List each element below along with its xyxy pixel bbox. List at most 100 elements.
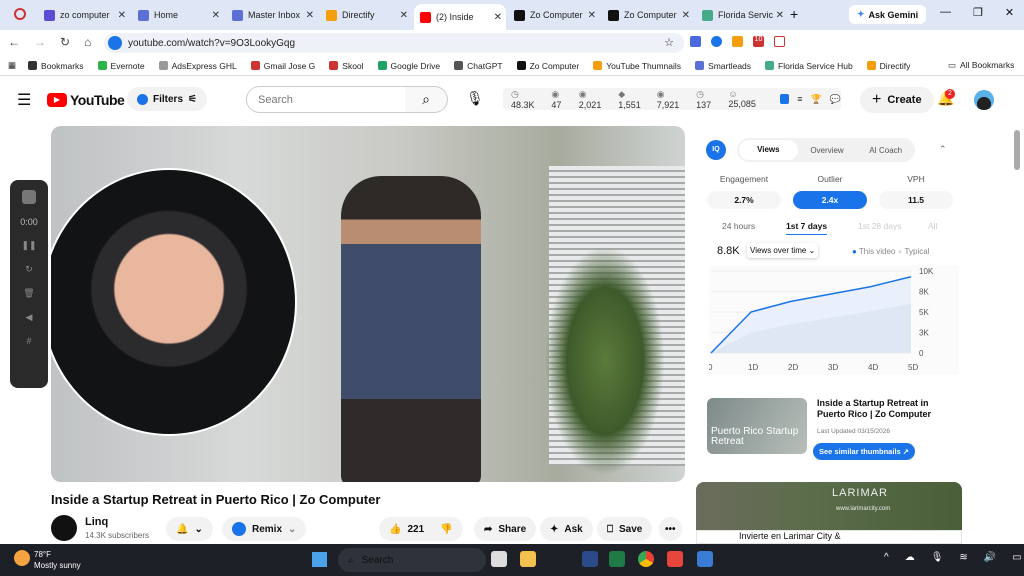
extension-icon[interactable] xyxy=(774,36,785,47)
close-window-button[interactable]: ✕ xyxy=(1005,6,1014,19)
close-tab-icon[interactable]: ✕ xyxy=(400,10,408,21)
home-icon[interactable]: ⌂ xyxy=(84,35,91,49)
bookmark-item[interactable]: ChatGPT xyxy=(454,61,503,71)
bookmark-item[interactable]: Gmail Jose G xyxy=(250,61,315,71)
tray-chevron-icon[interactable]: ^ xyxy=(884,552,889,563)
extension-badge[interactable]: 10 xyxy=(753,36,764,47)
browser-tab[interactable]: Master Inbox ✕ xyxy=(226,4,318,26)
tab-overview[interactable]: Overview xyxy=(798,146,857,155)
battery-icon[interactable]: ▭ xyxy=(1012,552,1021,563)
thumbs-down-icon[interactable]: 👎 xyxy=(440,524,452,535)
period-28d[interactable]: 1st 28 days xyxy=(858,221,901,231)
bookmark-item[interactable]: Florida Service Hub xyxy=(765,61,853,71)
trophy-icon[interactable]: 🏆 xyxy=(811,94,822,105)
url-input[interactable]: youtube.com/watch?v=9O3LookyGqg ☆ xyxy=(104,33,684,53)
volume-icon[interactable]: 🔊 xyxy=(984,552,996,563)
bookmark-item[interactable]: Skool xyxy=(329,61,364,71)
menu-icon[interactable]: ☰ xyxy=(17,90,31,110)
list-icon[interactable]: ≡ xyxy=(797,94,802,104)
bookmark-item[interactable]: AdsExpress GHL xyxy=(158,61,237,71)
extension-icon[interactable] xyxy=(711,36,722,47)
file-explorer-icon[interactable] xyxy=(520,551,536,567)
cloud-icon[interactable]: ☁ xyxy=(905,552,915,563)
pause-icon[interactable]: ❚❚ xyxy=(21,240,36,251)
minimize-button[interactable]: — xyxy=(940,6,951,19)
sound-icon[interactable]: ◀ xyxy=(26,312,33,323)
bookmark-item[interactable]: Smartleads xyxy=(695,61,751,71)
browser-tab[interactable]: Zo Computer ✕ xyxy=(602,4,694,26)
close-tab-icon[interactable]: ✕ xyxy=(306,10,314,21)
restore-button[interactable]: ❐ xyxy=(973,6,983,19)
bookmark-star-icon[interactable]: ☆ xyxy=(664,36,674,49)
apps-icon[interactable]: ▦ xyxy=(8,60,16,71)
reload-icon[interactable]: ↻ xyxy=(60,35,70,49)
ask-button[interactable]: ✦ Ask xyxy=(540,517,593,541)
chat-icon[interactable]: 💬 xyxy=(830,94,841,105)
more-button[interactable]: ••• xyxy=(659,517,682,541)
chart-type-dropdown[interactable]: Views over time ⌄ xyxy=(747,243,819,258)
terminal-icon[interactable] xyxy=(582,551,598,567)
period-all[interactable]: All xyxy=(928,221,937,231)
ad-headline[interactable]: Invierte en Larimar City & xyxy=(696,530,962,544)
mic-icon[interactable]: 🎙 xyxy=(466,90,484,107)
bookmark-item[interactable]: Zo Computer xyxy=(516,61,579,71)
save-button[interactable]: ⎕ Save xyxy=(597,517,653,541)
back-icon[interactable]: ← xyxy=(8,35,20,49)
browser-tab[interactable]: Florida Servic ✕ xyxy=(696,4,788,26)
bookmark-item[interactable]: Bookmarks xyxy=(28,61,84,71)
search-input[interactable]: Search xyxy=(246,86,406,113)
bookmark-item[interactable]: Google Drive xyxy=(377,61,440,71)
grid-icon[interactable]: # xyxy=(26,336,31,346)
video-thumbnail[interactable]: Puerto Rico Startup Retreat xyxy=(707,398,807,454)
app-s-icon[interactable] xyxy=(667,551,683,567)
start-icon[interactable] xyxy=(312,552,327,567)
see-similar-button[interactable]: See similar thumbnails ↗ xyxy=(813,443,916,460)
close-tab-icon[interactable]: ✕ xyxy=(682,10,690,21)
collapse-icon[interactable]: ⌃ xyxy=(939,144,947,155)
search-button[interactable]: ⌕ xyxy=(405,86,448,113)
bookmark-item[interactable]: Directify xyxy=(866,61,910,71)
record-icon[interactable] xyxy=(14,8,26,20)
taskbar-search[interactable]: ⌕ Search xyxy=(338,548,486,572)
task-view-icon[interactable] xyxy=(491,551,507,567)
close-tab-icon[interactable]: ✕ xyxy=(118,10,126,21)
scrollbar[interactable] xyxy=(1014,130,1020,170)
browser-tab[interactable]: zo computer ✕ xyxy=(38,4,130,26)
period-24h[interactable]: 24 hours xyxy=(722,221,755,231)
app-s2-icon[interactable] xyxy=(697,551,713,567)
video-player[interactable] xyxy=(51,126,685,482)
chrome-icon[interactable] xyxy=(638,551,654,567)
site-info-icon[interactable] xyxy=(108,36,122,50)
ask-gemini-button[interactable]: ✦ Ask Gemini xyxy=(849,5,927,24)
bookmark-item[interactable]: YouTube Thumnails xyxy=(593,61,681,71)
tab-views[interactable]: Views xyxy=(739,140,798,160)
browser-tab[interactable]: (2) Inside ✕ xyxy=(414,4,506,30)
channel-name[interactable]: Linq xyxy=(85,516,149,528)
remix-button[interactable]: Remix ⌄ xyxy=(222,517,307,541)
restart-icon[interactable]: ↻ xyxy=(25,264,33,275)
forward-icon[interactable]: → xyxy=(34,35,46,49)
close-tab-icon[interactable]: ✕ xyxy=(588,10,596,21)
trash-icon[interactable]: 🗑 xyxy=(23,288,34,299)
wifi-icon[interactable]: ≋ xyxy=(959,552,967,563)
close-tab-icon[interactable]: ✕ xyxy=(494,12,502,23)
ext-icon[interactable] xyxy=(779,94,790,104)
create-button[interactable]: + Create xyxy=(860,87,934,113)
youtube-logo[interactable]: ▶YouTubePR xyxy=(47,92,136,108)
avatar[interactable] xyxy=(974,90,994,110)
share-button[interactable]: ➦ Share xyxy=(474,517,537,541)
close-tab-icon[interactable]: ✕ xyxy=(776,10,784,21)
browser-tab[interactable]: Home ✕ xyxy=(132,4,224,26)
period-7d[interactable]: 1st 7 days xyxy=(786,221,828,235)
like-button[interactable]: 👍 221 👎 xyxy=(379,517,463,541)
weather-widget[interactable]: 78°F Mostly sunny xyxy=(34,549,81,571)
mic-icon[interactable]: 🎙 xyxy=(931,552,944,563)
filters-button[interactable]: Filters ⚟ xyxy=(127,87,207,111)
browser-tab[interactable]: Directify ✕ xyxy=(320,4,412,26)
all-bookmarks[interactable]: ▭ All Bookmarks xyxy=(948,60,1014,71)
stop-icon[interactable] xyxy=(22,190,36,204)
browser-tab[interactable]: Zo Computer ✕ xyxy=(508,4,600,26)
excel-icon[interactable] xyxy=(609,551,625,567)
new-tab-button[interactable]: + xyxy=(790,6,798,22)
extension-icon[interactable] xyxy=(732,36,743,47)
